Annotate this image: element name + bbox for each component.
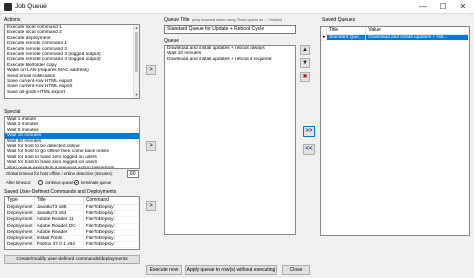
timeout-input[interactable]: 60	[127, 170, 139, 178]
table-cell: Download and install updates + reb...	[366, 35, 469, 42]
queue-title-input[interactable]: Standard Queue for Update + Reboot Cycle	[164, 25, 296, 34]
table-cell: Firefox 47.0.1 x64	[34, 242, 84, 249]
add-user-command-button[interactable]: >	[146, 201, 156, 211]
after-timeout-label: After timeout:	[6, 180, 31, 185]
app-icon	[4, 3, 12, 11]
close-window-button[interactable]: ✕	[456, 0, 470, 14]
save-queue-button[interactable]: >>	[303, 126, 315, 137]
add-special-button[interactable]: >	[146, 141, 156, 151]
column-header[interactable]: Command	[84, 197, 139, 204]
continue-queue-radio[interactable]	[38, 180, 43, 185]
scroll-up-icon[interactable]: ▲	[134, 25, 139, 31]
column-header[interactable]: Title	[327, 27, 367, 34]
move-up-button[interactable]: ▲	[300, 45, 310, 55]
queue-list-item[interactable]: Download and install updates + reboot if…	[165, 57, 295, 62]
saved-queues-label: Saved Queues	[322, 17, 356, 23]
add-action-button[interactable]: >	[146, 65, 156, 75]
apply-queue-button[interactable]: Apply queue to row(s) without executing	[185, 265, 277, 275]
table-cell: Deployment	[5, 242, 35, 249]
actions-scrollbar[interactable]: ▲ ▼	[133, 25, 139, 98]
queue-list[interactable]: Download and install updates + reboot al…	[164, 45, 296, 235]
table-cell: FileToDeploy:	[83, 242, 139, 249]
load-queue-button[interactable]: <<	[303, 144, 315, 155]
table-row[interactable]: Deployment Firefox 47.0.1 x64 FileToDeploy…	[5, 242, 139, 249]
saved-user-label: Saved User-Defined Commands and Deployme…	[4, 189, 117, 195]
terminate-queue-label: terminate queue	[81, 180, 112, 185]
special-label: Special	[4, 109, 21, 115]
execute-now-button[interactable]: Execute now	[146, 265, 182, 275]
continue-queue-label: continue queue	[45, 180, 74, 185]
saved-user-grid[interactable]: Type Title Command Deployment Java8u73 x86 F…	[4, 196, 140, 250]
window-title: Job Queue	[15, 3, 47, 10]
queue-title-label: Queue Title	[164, 17, 190, 23]
timeout-label: Global timeout for host offline / online…	[6, 171, 113, 176]
special-list[interactable]: Wait 1 minute Wait 3 minutes Wait 5 minute…	[4, 116, 140, 169]
move-down-button[interactable]: ▼	[300, 58, 310, 68]
create-modify-commands-button[interactable]: Create/modify user-defined commands/depl…	[4, 255, 140, 264]
column-header[interactable]: Value	[366, 27, 469, 34]
minimize-button[interactable]: —	[416, 0, 430, 14]
queue-label: Queue	[164, 38, 180, 44]
remove-item-button[interactable]: ✖	[300, 72, 310, 82]
actions-list-item[interactable]: Save all-grids HTML export	[5, 90, 139, 95]
special-list-item[interactable]: Stop queue execution if previous action …	[5, 166, 139, 168]
table-cell: Standard Que...	[326, 35, 367, 42]
close-button[interactable]: Close	[282, 265, 310, 275]
table-row[interactable]: ▸ Standard Que... Download and install upd…	[321, 35, 469, 42]
scroll-down-icon[interactable]: ▼	[134, 92, 139, 98]
column-header[interactable]: Title	[35, 197, 84, 204]
maximize-button[interactable]: ☐	[436, 0, 450, 14]
actions-list[interactable]: Execute local command 1 Execute local com…	[4, 24, 140, 99]
queue-title-hint: (only required when using “Save queue as…	[192, 17, 283, 22]
terminate-queue-radio[interactable]	[74, 180, 79, 185]
saved-queues-grid[interactable]: Title Value ▸ Standard Que... Download and …	[320, 26, 470, 236]
column-header[interactable]: Type	[5, 197, 35, 204]
actions-label: Actions	[4, 17, 21, 23]
scroll-thumb[interactable]	[135, 32, 138, 72]
title-bar	[0, 0, 474, 14]
